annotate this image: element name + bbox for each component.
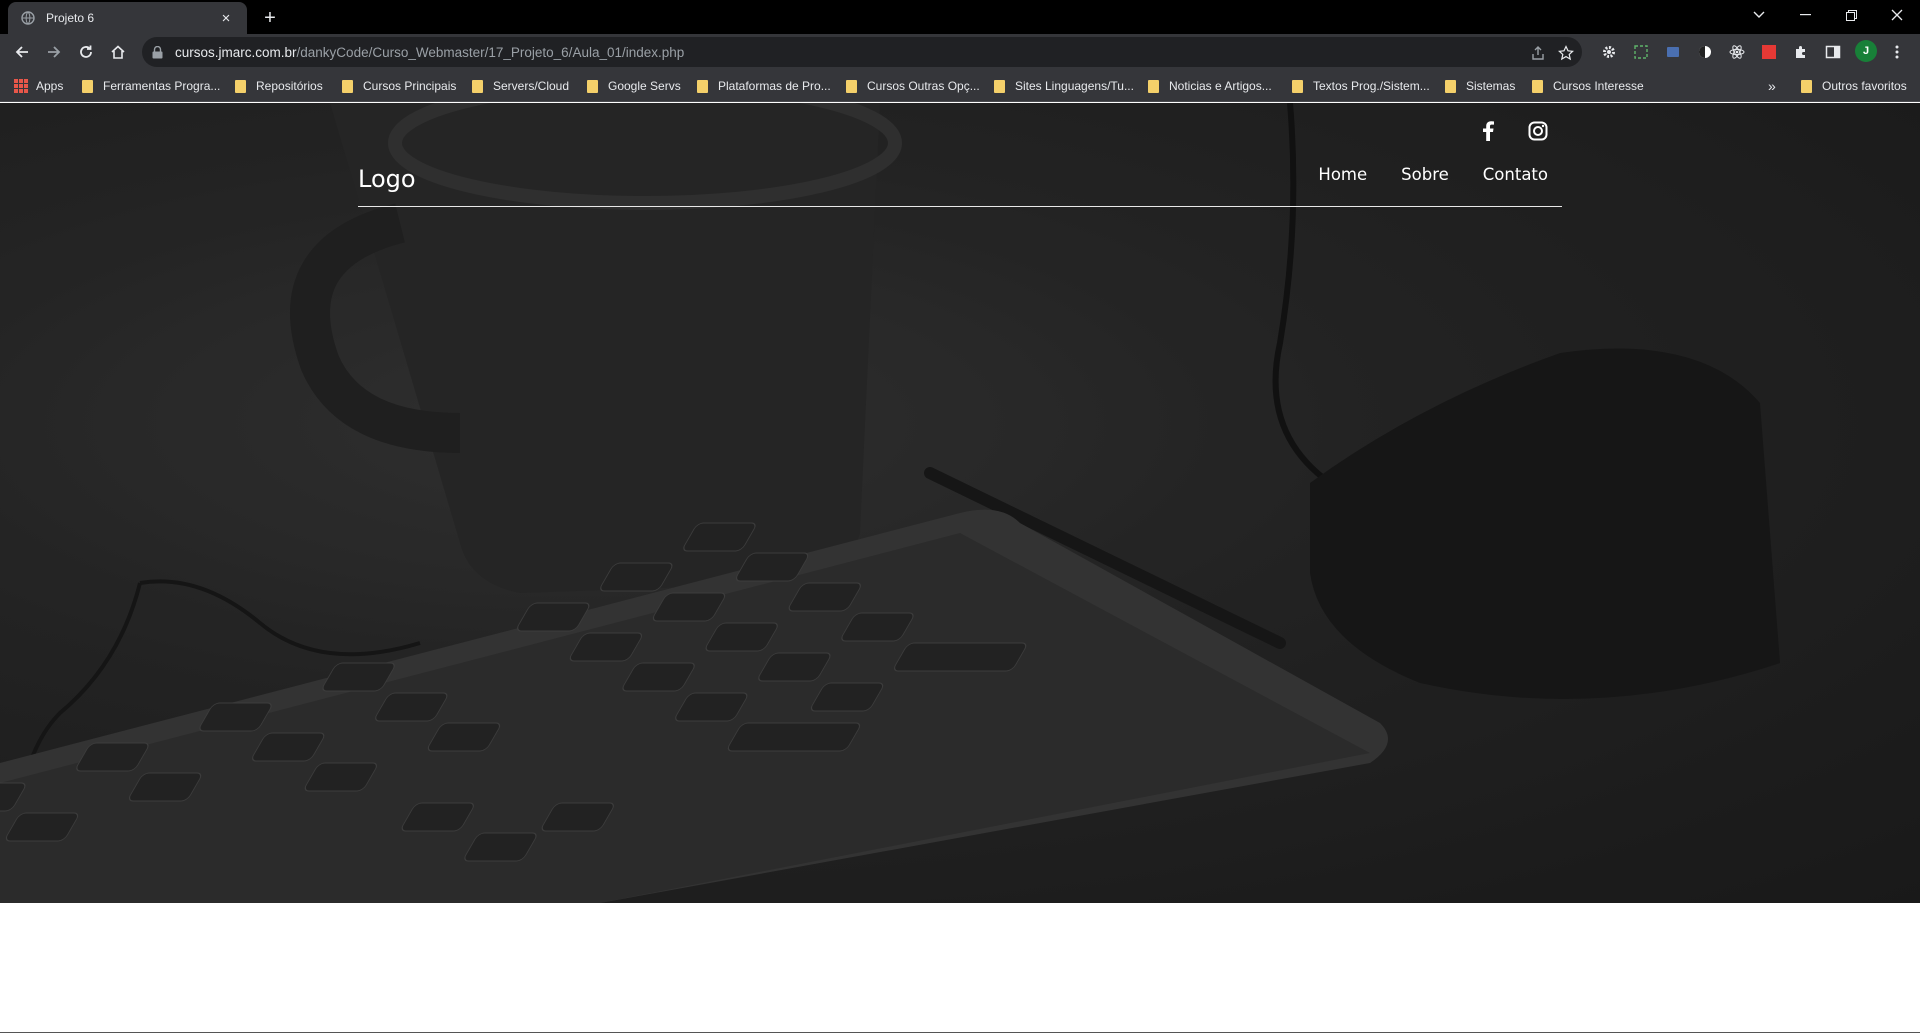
- bookmark-folder[interactable]: Cursos Interesse: [1532, 70, 1644, 102]
- bookmark-folder[interactable]: Sistemas: [1445, 70, 1515, 102]
- url-text: cursos.jmarc.com.br/dankyCode/Curso_Webm…: [175, 44, 685, 60]
- bookmark-folder[interactable]: Cursos Outras Opç...: [846, 70, 980, 102]
- profile-avatar[interactable]: J: [1855, 40, 1877, 62]
- folder-icon: [1801, 79, 1812, 93]
- bookmark-folder[interactable]: Cursos Principais: [342, 70, 456, 102]
- tab-search-icon[interactable]: [1736, 0, 1782, 30]
- more-menu-icon[interactable]: [1888, 43, 1906, 61]
- bookmark-folder[interactable]: Textos Prog./Sistem...: [1292, 70, 1430, 102]
- dark-mode-extension-icon[interactable]: [1696, 43, 1714, 61]
- extensions-puzzle-icon[interactable]: [1792, 43, 1810, 61]
- folder-icon: [82, 79, 93, 93]
- menu-item-contato[interactable]: Contato: [1483, 165, 1548, 184]
- bookmark-folder[interactable]: Noticias e Artigos...: [1148, 70, 1272, 102]
- bookmarks-overflow-button[interactable]: »: [1768, 70, 1776, 102]
- restore-icon[interactable]: [1828, 0, 1874, 30]
- side-panel-icon[interactable]: [1824, 43, 1842, 61]
- home-icon[interactable]: [104, 38, 132, 66]
- page-viewport: Logo Home Sobre Contato: [0, 103, 1920, 1033]
- tab-close-icon[interactable]: ×: [217, 10, 235, 27]
- bookmark-folder[interactable]: Ferramentas Progra...: [82, 70, 220, 102]
- menu-item-home[interactable]: Home: [1318, 165, 1367, 184]
- bookmark-folder[interactable]: Servers/Cloud: [472, 70, 569, 102]
- forward-icon[interactable]: [40, 38, 68, 66]
- bookmark-folder[interactable]: Sites Linguagens/Tu...: [994, 70, 1134, 102]
- folder-icon: [994, 79, 1005, 93]
- folder-icon: [697, 79, 708, 93]
- folder-icon: [1148, 79, 1159, 93]
- globe-icon: [20, 10, 36, 26]
- folder-icon: [342, 79, 353, 93]
- share-icon[interactable]: [1528, 43, 1548, 63]
- bookmark-folder[interactable]: Plataformas de Pro...: [697, 70, 831, 102]
- folder-icon: [472, 79, 483, 93]
- react-devtools-icon[interactable]: [1728, 43, 1746, 61]
- bookmark-folder[interactable]: Google Servs: [587, 70, 681, 102]
- tab-projeto-6[interactable]: Projeto 6 ×: [8, 2, 247, 34]
- facebook-icon[interactable]: [1476, 119, 1500, 143]
- gear-extension-icon[interactable]: [1600, 43, 1618, 61]
- bookmark-star-icon[interactable]: [1556, 43, 1576, 63]
- folder-icon: [846, 79, 857, 93]
- apps-grid-icon: [14, 79, 28, 93]
- folder-icon: [235, 79, 246, 93]
- tab-strip: Projeto 6 × +: [0, 0, 1920, 34]
- hero-banner: Logo Home Sobre Contato: [0, 103, 1920, 903]
- social-links: [1476, 119, 1550, 143]
- tab-title: Projeto 6: [46, 11, 95, 25]
- address-bar[interactable]: cursos.jmarc.com.br/dankyCode/Curso_Webm…: [142, 37, 1582, 67]
- minimize-icon[interactable]: [1782, 0, 1828, 30]
- menu-item-sobre[interactable]: Sobre: [1401, 165, 1449, 184]
- reload-icon[interactable]: [72, 38, 100, 66]
- bookmarks-bar: Apps Ferramentas Progra... Repositórios …: [0, 70, 1920, 102]
- close-icon[interactable]: [1874, 0, 1920, 30]
- folder-icon: [1445, 79, 1456, 93]
- back-icon[interactable]: [8, 38, 36, 66]
- folder-icon: [587, 79, 598, 93]
- instagram-icon[interactable]: [1526, 119, 1550, 143]
- site-header: Logo Home Sobre Contato: [358, 103, 1562, 207]
- red-extension-icon[interactable]: [1760, 43, 1778, 61]
- screenshot-extension-icon[interactable]: [1632, 43, 1650, 61]
- bookmark-folder[interactable]: Repositórios: [235, 70, 323, 102]
- site-logo[interactable]: Logo: [358, 165, 416, 193]
- window-extension-icon[interactable]: [1664, 43, 1682, 61]
- folder-icon: [1292, 79, 1303, 93]
- browser-toolbar: cursos.jmarc.com.br/dankyCode/Curso_Webm…: [0, 34, 1920, 70]
- lock-icon[interactable]: [152, 45, 166, 59]
- new-tab-button[interactable]: +: [256, 4, 284, 32]
- bookmark-other-favorites[interactable]: Outros favoritos: [1801, 70, 1907, 102]
- bookmark-apps[interactable]: Apps: [14, 70, 63, 102]
- folder-icon: [1532, 79, 1543, 93]
- hero-background-photo: [0, 103, 1920, 903]
- main-menu: Home Sobre Contato: [1318, 165, 1548, 184]
